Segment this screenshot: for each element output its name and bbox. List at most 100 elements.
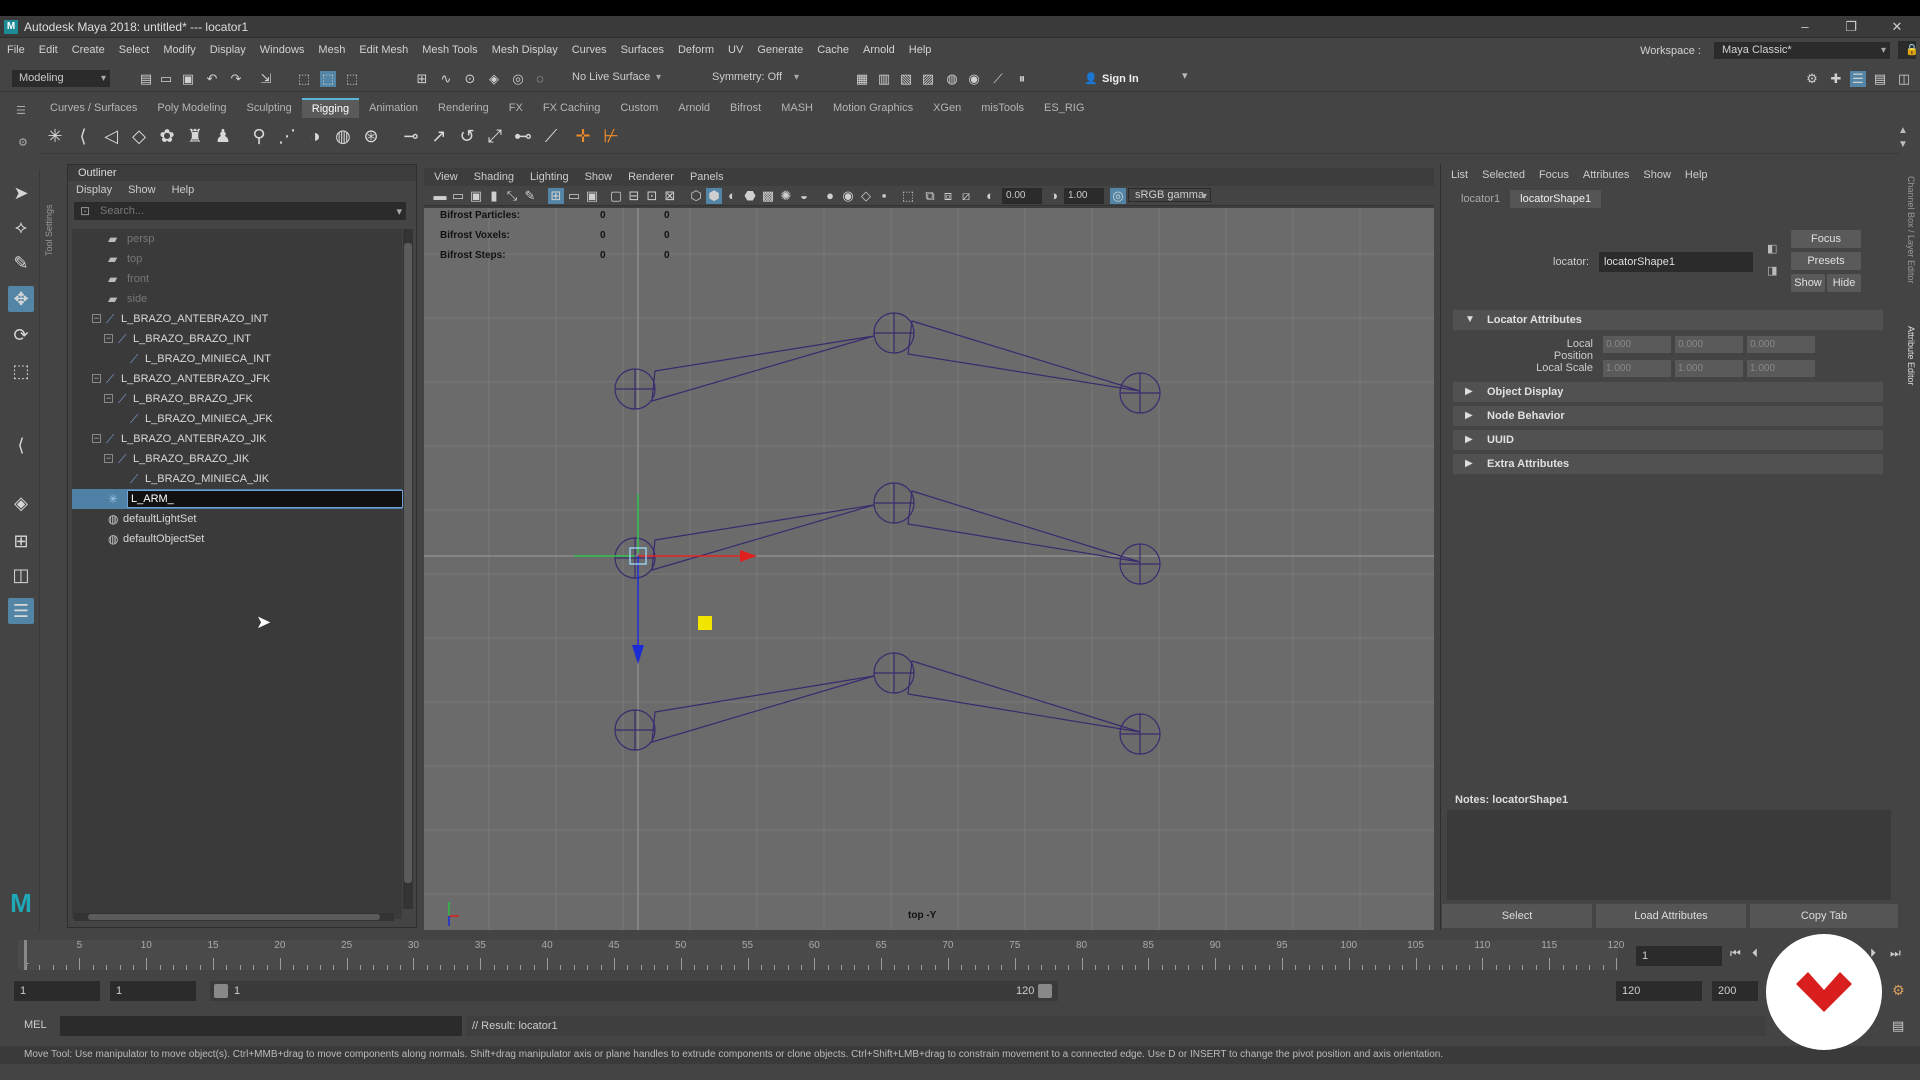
focus-button[interactable]: Focus [1791, 230, 1861, 248]
tool-settings-toggle-icon[interactable]: ▤ [1872, 71, 1888, 87]
go-to-end-icon[interactable]: ⏭ [1890, 946, 1901, 961]
exposure-field[interactable]: 0.00 [1002, 188, 1042, 204]
output-node-icon[interactable]: ◨ [1767, 264, 1777, 277]
collapse-toggle-icon[interactable]: − [92, 374, 101, 383]
render-setup-icon[interactable]: ◉ [966, 71, 982, 87]
pivot-handle[interactable] [698, 616, 712, 630]
use-lights-icon[interactable]: ✺ [778, 188, 794, 204]
joint-chain-int[interactable] [614, 312, 1161, 414]
ae-menu-selected[interactable]: Selected [1482, 169, 1525, 181]
menu-select[interactable]: Select [112, 44, 157, 56]
lock-icon[interactable]: 🔒 [1898, 41, 1919, 59]
save-scene-icon[interactable]: ▣ [180, 71, 196, 87]
playback-end-field[interactable]: 120 [1616, 981, 1702, 1001]
ae-menu-list[interactable]: List [1451, 169, 1468, 181]
motion-blur-icon[interactable]: ◉ [840, 188, 856, 204]
rotate-tool-icon[interactable]: ⟳ [8, 322, 34, 348]
outliner-row-persp[interactable]: ▰ persp [72, 229, 402, 249]
outliner-row-joint[interactable]: ⟋ L_BRAZO_MINIECA_INT [72, 349, 402, 369]
scale-constraint-icon[interactable]: ⤢ [482, 123, 508, 149]
notes-textarea[interactable] [1447, 810, 1891, 900]
create-joints-icon[interactable]: ⟨ [70, 123, 96, 149]
playback-start-field[interactable]: 1 [110, 981, 196, 1001]
menu-modify[interactable]: Modify [156, 44, 202, 56]
two-view-layout-icon[interactable]: ◫ [8, 562, 34, 588]
light-editor-icon[interactable]: ⟋ [990, 71, 1006, 87]
viewport-menu-lighting[interactable]: Lighting [530, 171, 569, 183]
menu-windows[interactable]: Windows [253, 44, 312, 56]
menu-display[interactable]: Display [203, 44, 253, 56]
render-view-icon[interactable]: ▦ [854, 71, 870, 87]
pause-viewport-icon[interactable]: ⏸ [1014, 71, 1030, 87]
outliner-menu-display[interactable]: Display [76, 184, 112, 196]
move-tool-icon[interactable]: ✥ [8, 286, 34, 312]
bookmarks-icon[interactable]: ▣ [468, 188, 484, 204]
command-input[interactable] [60, 1016, 462, 1036]
outliner-horizontal-scrollbar[interactable] [74, 913, 394, 921]
xray-icon[interactable]: ⧉ [922, 188, 938, 204]
outliner-search-input[interactable]: Search...▾ [74, 202, 406, 220]
smooth-shade-icon[interactable]: ⬢ [706, 188, 722, 204]
viewport-menu-view[interactable]: View [434, 171, 458, 183]
character-controls-icon[interactable]: ✚ [1828, 71, 1844, 87]
shelf-tab-fx[interactable]: FX [499, 98, 533, 118]
joint-chain-ik[interactable] [614, 652, 1161, 755]
section-locator-attributes[interactable]: Locator Attributes [1453, 310, 1883, 330]
ae-menu-help[interactable]: Help [1685, 169, 1708, 181]
grid-icon[interactable]: ⊞ [548, 188, 564, 204]
snap-pivot-icon[interactable]: ◌ [532, 71, 548, 87]
show-button[interactable]: Show [1791, 274, 1825, 292]
local-scale-z[interactable]: 1.000 [1747, 360, 1815, 377]
menu-mesh-display[interactable]: Mesh Display [485, 44, 565, 56]
parent-constraint-icon[interactable]: ⊷ [510, 123, 536, 149]
symmetry-dropdown[interactable]: Symmetry: Off [706, 70, 802, 87]
section-object-display[interactable]: Object Display [1453, 382, 1883, 402]
viewport-menu-show[interactable]: Show [585, 171, 613, 183]
range-end-handle[interactable] [1038, 984, 1052, 998]
select-tool-icon[interactable]: ➤ [8, 180, 34, 206]
script-language-toggle[interactable]: MEL [24, 1019, 47, 1031]
attribute-editor-toggle-icon[interactable]: ☰ [1850, 71, 1866, 87]
point-constraint-icon[interactable]: ⊸ [398, 123, 424, 149]
collapse-toggle-icon[interactable]: − [104, 454, 113, 463]
animation-preferences-icon[interactable]: ⚙ [1892, 982, 1905, 999]
chevron-down-icon[interactable]: ▾ [1182, 69, 1188, 82]
snap-grid-icon[interactable]: ⊞ [414, 71, 430, 87]
menu-curves[interactable]: Curves [565, 44, 614, 56]
ambient-occlusion-icon[interactable]: ● [822, 188, 838, 204]
four-view-layout-icon[interactable]: ⊞ [8, 528, 34, 554]
shelf-tab-rendering[interactable]: Rendering [428, 98, 499, 118]
shelf-menu-icon[interactable]: ☰ [16, 104, 26, 117]
redo-icon[interactable]: ↷ [228, 71, 244, 87]
range-start-handle[interactable] [214, 984, 228, 998]
locator-shelf-icon[interactable]: ✳ [42, 123, 68, 149]
local-scale-x[interactable]: 1.000 [1603, 360, 1671, 377]
outliner-row-joint[interactable]: ⟋ L_BRAZO_MINIECA_JIK [72, 469, 402, 489]
outliner-menu-help[interactable]: Help [172, 184, 195, 196]
gamma-icon[interactable]: ◑ [1046, 188, 1062, 204]
select-hierarchy-icon[interactable]: ⇲ [258, 71, 274, 87]
paint-select-tool-icon[interactable]: ✎ [8, 250, 34, 276]
menu-mesh-tools[interactable]: Mesh Tools [415, 44, 484, 56]
viewport-menu-panels[interactable]: Panels [690, 171, 724, 183]
locator-name-field[interactable]: locatorShape1 [1599, 252, 1753, 272]
presets-button[interactable]: Presets [1791, 252, 1861, 270]
last-used-tool-icon[interactable]: ⟨ [8, 432, 34, 458]
outliner-row-set[interactable]: ◍ defaultObjectSet [72, 529, 402, 549]
paint-weights-icon[interactable]: ◍ [330, 123, 356, 149]
tab-locatorshape1[interactable]: locatorShape1 [1510, 190, 1602, 208]
two-d-pan-zoom-icon[interactable]: ⤡ [504, 188, 520, 204]
snap-surface-icon[interactable]: ◎ [510, 71, 526, 87]
range-slider[interactable]: 1 120 [210, 981, 1058, 1001]
collapse-toggle-icon[interactable]: − [92, 314, 101, 323]
orient-joint-icon[interactable]: ✿ [154, 123, 180, 149]
local-position-x[interactable]: 0.000 [1603, 336, 1671, 353]
outliner-menu-show[interactable]: Show [128, 184, 156, 196]
new-scene-icon[interactable]: ▤ [138, 71, 154, 87]
safe-title-icon[interactable]: ⊠ [662, 188, 678, 204]
outliner-row-joint[interactable]: − ⟋ L_BRAZO_BRAZO_INT [72, 329, 402, 349]
script-editor-icon[interactable]: ▤ [1892, 1018, 1904, 1034]
outliner-row-side[interactable]: ▰ side [72, 289, 402, 309]
color-management-icon[interactable]: ◎ [1110, 188, 1126, 204]
field-chart-icon[interactable]: ⊟ [626, 188, 642, 204]
